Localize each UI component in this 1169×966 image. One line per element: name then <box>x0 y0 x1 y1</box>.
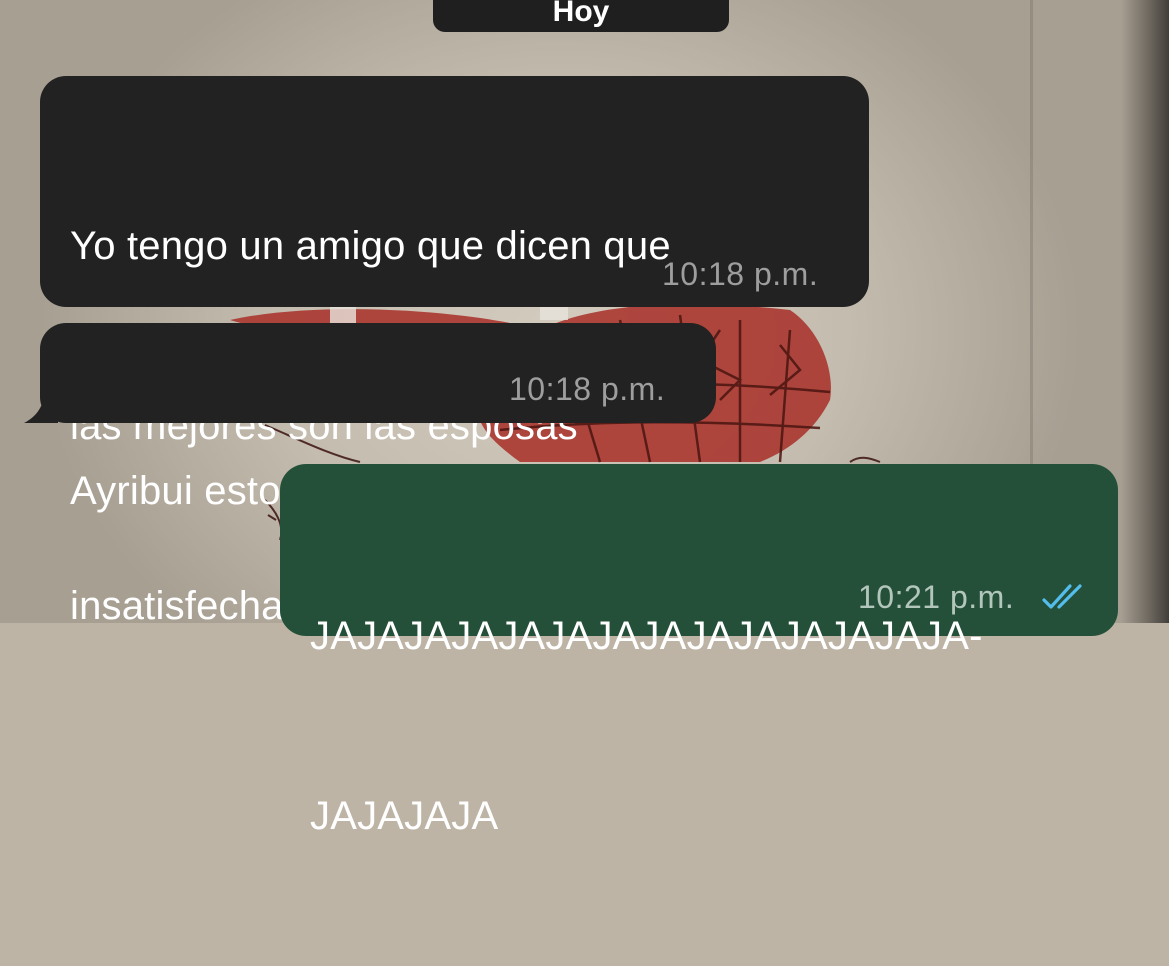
message-timestamp: 10:21 p.m. <box>858 579 1015 615</box>
incoming-message[interactable]: Ayribui esto a vos 10:18 p.m. <box>40 323 716 513</box>
message-timestamp: 10:18 p.m. <box>662 256 819 292</box>
outgoing-message[interactable]: JAJAJAJAJAJAJAJAJAJAJAJAJAJA- JAJAJAJA 1… <box>280 464 1118 838</box>
message-line: Yo tengo un amigo que dicen que <box>70 224 671 268</box>
message-line: JAJAJAJA <box>310 794 499 838</box>
wallpaper-shadow <box>1121 0 1169 623</box>
date-separator-label: Hoy <box>552 0 610 28</box>
message-text: JAJAJAJAJAJAJAJAJAJAJAJAJAJA- JAJAJAJA <box>310 486 983 966</box>
date-separator: Hoy <box>433 0 729 32</box>
incoming-message[interactable]: Yo tengo un amigo que dicen que las mejo… <box>40 76 869 628</box>
double-check-icon <box>1042 584 1082 609</box>
message-tail <box>24 387 58 423</box>
message-timestamp: 10:18 p.m. <box>509 371 666 407</box>
